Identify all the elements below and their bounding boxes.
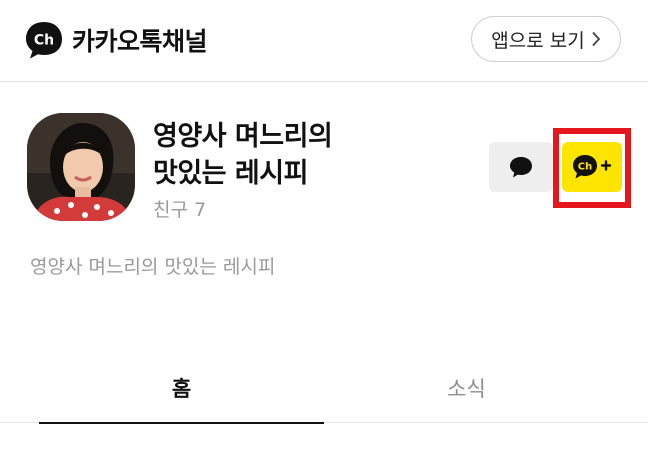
tab-bar: 홈 소식 xyxy=(0,352,648,424)
brand-title: 카카오톡채널 xyxy=(72,27,208,56)
channel-profile-avatar[interactable] xyxy=(27,113,135,221)
svg-text:Ch: Ch xyxy=(34,33,54,49)
chat-bubble-icon xyxy=(510,157,532,178)
profile-photo xyxy=(27,113,135,221)
channel-name: 영양사 며느리의 맛있는 레시피 xyxy=(153,118,393,192)
open-in-app-button[interactable]: 앱으로 보기 xyxy=(471,16,621,62)
tab-home[interactable]: 홈 xyxy=(39,352,324,424)
add-channel-button[interactable]: Ch xyxy=(562,142,622,192)
kakao-channel-logo-icon[interactable]: Ch xyxy=(24,20,64,60)
friend-count: 친구 7 xyxy=(153,199,207,221)
channel-name-line2: 맛있는 레시피 xyxy=(153,158,308,189)
svg-text:Ch: Ch xyxy=(578,162,592,173)
open-in-app-label: 앱으로 보기 xyxy=(491,29,585,52)
channel-description: 영양사 며느리의 맛있는 레시피 xyxy=(30,256,276,278)
channel-name-line1: 영양사 며느리의 xyxy=(153,121,333,152)
chat-button[interactable] xyxy=(489,142,553,192)
app-header: Ch 카카오톡채널 앱으로 보기 xyxy=(0,0,648,82)
tab-news[interactable]: 소식 xyxy=(324,352,609,423)
chevron-right-icon xyxy=(592,31,600,47)
channel-add-icon: Ch xyxy=(573,155,612,179)
